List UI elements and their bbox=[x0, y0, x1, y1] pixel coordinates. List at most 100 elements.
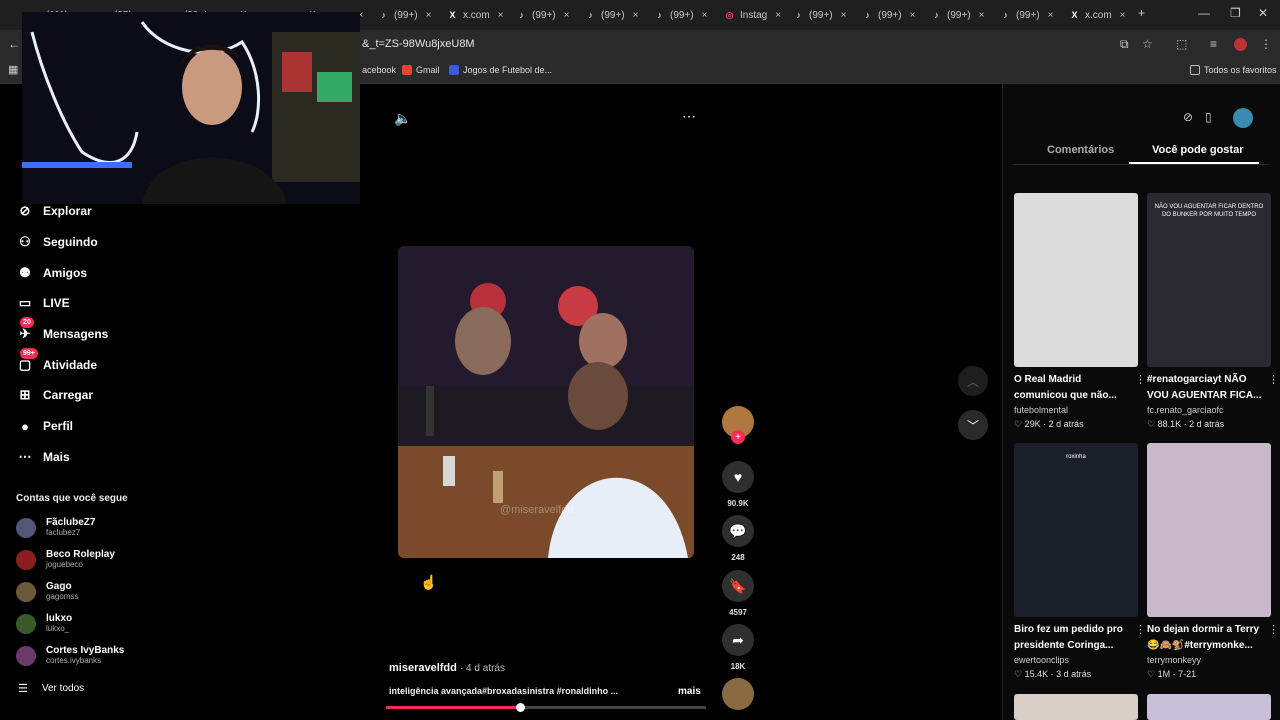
card-more-icon[interactable]: ⋮ bbox=[1268, 373, 1279, 386]
tab-close-icon[interactable]: × bbox=[564, 10, 570, 21]
save-button[interactable]: 🔖 4597 bbox=[722, 570, 754, 617]
followed-account[interactable]: Cortes IvyBanks cortes.ivybanks bbox=[16, 645, 124, 666]
browser-tab[interactable]: Xx.com × bbox=[447, 6, 504, 24]
device-icon[interactable]: ▯ bbox=[1205, 110, 1212, 124]
followed-account[interactable]: Gago gagomss bbox=[16, 581, 78, 602]
video-thumbnail[interactable]: NÃO VOU AGUENTAR FICAR DENTRO DO BUNKER … bbox=[1147, 193, 1271, 367]
video-author[interactable]: futebolmental bbox=[1014, 404, 1138, 417]
bookmark-star-icon[interactable]: ☆ bbox=[1142, 37, 1153, 51]
video-author[interactable]: terrymonkeyy bbox=[1147, 654, 1271, 667]
tab-comments[interactable]: Comentários bbox=[1047, 144, 1114, 156]
media-icon[interactable]: ≡ bbox=[1210, 37, 1217, 51]
see-all-button[interactable]: ☰ Ver todos bbox=[18, 682, 84, 695]
menu-kebab-icon[interactable]: ⋮ bbox=[1260, 37, 1272, 51]
browser-tab[interactable]: ♪ (99+) × bbox=[862, 6, 915, 24]
follow-plus-icon[interactable]: + bbox=[731, 430, 745, 444]
sidebar-item-live[interactable]: ▭ LIVE bbox=[16, 294, 70, 312]
volume-icon[interactable]: 🔈 bbox=[394, 110, 411, 127]
list-icon: ☰ bbox=[18, 683, 28, 695]
compass-small-icon[interactable]: ⊘ bbox=[1183, 110, 1193, 124]
sidebar-item-explorar[interactable]: ⊘ Explorar bbox=[16, 202, 92, 220]
new-tab-icon[interactable]: + bbox=[1138, 6, 1145, 20]
sidebar-item-mais[interactable]: ⋯ Mais bbox=[16, 448, 70, 466]
previous-video-button[interactable]: ︿ bbox=[958, 366, 988, 396]
recommended-video-card[interactable]: roxinha Biro fez um pedido pro presidente… bbox=[1014, 443, 1146, 681]
card-more-icon[interactable]: ⋮ bbox=[1268, 623, 1279, 636]
video-thumbnail[interactable] bbox=[1014, 193, 1138, 367]
video-author[interactable]: miseravelfdd bbox=[389, 662, 457, 674]
caption-more-button[interactable]: mais bbox=[678, 686, 701, 697]
sidebar-item-mensagens[interactable]: ✈ 20 Mensagens bbox=[16, 317, 108, 343]
profile-avatar-icon[interactable] bbox=[1234, 38, 1247, 51]
tab-close-icon[interactable]: × bbox=[841, 10, 847, 21]
comment-button[interactable]: 💬 248 bbox=[722, 515, 754, 562]
tab-close-icon[interactable]: × bbox=[979, 10, 985, 21]
browser-tab[interactable]: ♪ (99+) × bbox=[516, 6, 569, 24]
cast-icon[interactable]: ⧉ bbox=[1120, 37, 1129, 52]
browser-tab[interactable]: ♪ (99+) × bbox=[654, 6, 707, 24]
browser-tab[interactable]: ♪ (99+) × bbox=[378, 6, 431, 24]
recommended-video-card[interactable]: O Real Madrid comunicou que não... futebo… bbox=[1014, 193, 1146, 431]
bookmark-games[interactable]: Jogos de Futebol de... bbox=[449, 65, 552, 75]
tab-close-icon[interactable]: × bbox=[702, 10, 708, 21]
maximize-icon[interactable]: ❐ bbox=[1230, 6, 1241, 20]
apps-grid-icon[interactable]: ▦ bbox=[8, 63, 18, 76]
tab-close-icon[interactable]: × bbox=[633, 10, 639, 21]
sidebar-item-perfil[interactable]: ● Perfil bbox=[16, 417, 73, 435]
card-more-icon[interactable]: ⋮ bbox=[1135, 623, 1146, 636]
video-author[interactable]: fc.renato_garciaofc bbox=[1147, 404, 1271, 417]
partial-thumbnail[interactable] bbox=[1014, 694, 1138, 720]
bookmark-gmail[interactable]: Gmail bbox=[402, 65, 440, 75]
url-field[interactable]: &_t=ZS-98Wu8jxeU8M bbox=[362, 38, 475, 50]
like-button[interactable]: ♥ 90.9K bbox=[722, 461, 754, 508]
video-title[interactable]: #renatogarciayt NÃO VOU AGUENTAR FICA... bbox=[1147, 372, 1263, 404]
more-options-icon[interactable]: ⋯ bbox=[682, 108, 696, 125]
sidebar-item-amigos[interactable]: ⚉ Amigos bbox=[16, 264, 87, 282]
all-bookmarks[interactable]: Todos os favoritos bbox=[1190, 65, 1277, 75]
followed-account[interactable]: FãclubeZ7 faclubez7 bbox=[16, 517, 95, 538]
browser-tab[interactable]: Xx.com × bbox=[1069, 6, 1126, 24]
tab-close-icon[interactable]: × bbox=[775, 10, 781, 21]
browser-tab[interactable]: ◎ Instag × bbox=[724, 6, 782, 24]
minimize-icon[interactable]: — bbox=[1198, 6, 1210, 20]
followed-account[interactable]: Beco Roleplay joguebeco bbox=[16, 549, 115, 570]
bookmark-facebook[interactable]: acebook bbox=[362, 65, 396, 75]
sidebar-item-atividade[interactable]: ▢ 99+ Atividade bbox=[16, 348, 97, 374]
sidebar-item-carregar[interactable]: ⊞ Carregar bbox=[16, 386, 93, 404]
video-thumbnail[interactable] bbox=[1147, 443, 1271, 617]
tab-you-may-like[interactable]: Você pode gostar bbox=[1152, 144, 1243, 156]
video-title[interactable]: O Real Madrid comunicou que não... bbox=[1014, 372, 1130, 404]
progress-track[interactable] bbox=[386, 703, 706, 712]
browser-tab[interactable]: ♪ (99+) × bbox=[585, 6, 638, 24]
tab-close-icon[interactable]: × bbox=[426, 10, 432, 21]
partial-thumbnail[interactable] bbox=[1147, 694, 1271, 720]
card-more-icon[interactable]: ⋮ bbox=[1135, 373, 1146, 386]
browser-tab[interactable]: ♪ (99+) × bbox=[1000, 6, 1053, 24]
video-author[interactable]: ewertoonclips bbox=[1014, 654, 1138, 667]
next-video-button[interactable]: ﹀ bbox=[958, 410, 988, 440]
author-avatar-button[interactable]: + bbox=[722, 406, 754, 444]
back-icon[interactable]: ← bbox=[8, 37, 20, 51]
close-window-icon[interactable]: ✕ bbox=[1258, 6, 1268, 20]
tab-close-icon[interactable]: × bbox=[1120, 10, 1126, 21]
post-time: 3 d atrás bbox=[1056, 669, 1092, 679]
video-frame[interactable]: @miseravelfdd bbox=[398, 246, 694, 558]
progress-handle[interactable] bbox=[516, 703, 526, 712]
tab-close-icon[interactable]: × bbox=[910, 10, 916, 21]
tab-close-icon[interactable]: × bbox=[498, 10, 504, 21]
sidebar-item-seguindo[interactable]: ⚇ Seguindo bbox=[16, 233, 98, 251]
sidebar-item-label: LIVE bbox=[43, 296, 70, 310]
followed-account[interactable]: lukxo lukxo_ bbox=[16, 613, 72, 634]
video-title[interactable]: Biro fez um pedido pro presidente Coring… bbox=[1014, 622, 1130, 654]
extensions-icon[interactable]: ⬚ bbox=[1176, 37, 1187, 51]
user-avatar[interactable] bbox=[1233, 108, 1253, 128]
video-thumbnail[interactable]: roxinha bbox=[1014, 443, 1138, 617]
browser-tab[interactable]: ♪ (99+) × bbox=[931, 6, 984, 24]
browser-tab[interactable]: ♪ (99+) × bbox=[793, 6, 846, 24]
recommended-video-card[interactable]: NÃO VOU AGUENTAR FICAR DENTRO DO BUNKER … bbox=[1147, 193, 1279, 431]
recommended-video-card[interactable]: No dejan dormir a Terry 😂🙈🐒#terrymonke..… bbox=[1147, 443, 1279, 681]
video-title[interactable]: No dejan dormir a Terry 😂🙈🐒#terrymonke..… bbox=[1147, 622, 1263, 654]
share-button[interactable]: ➦ 18K bbox=[722, 624, 754, 671]
tab-close-icon[interactable]: × bbox=[1048, 10, 1054, 21]
sound-disc[interactable] bbox=[722, 678, 754, 710]
